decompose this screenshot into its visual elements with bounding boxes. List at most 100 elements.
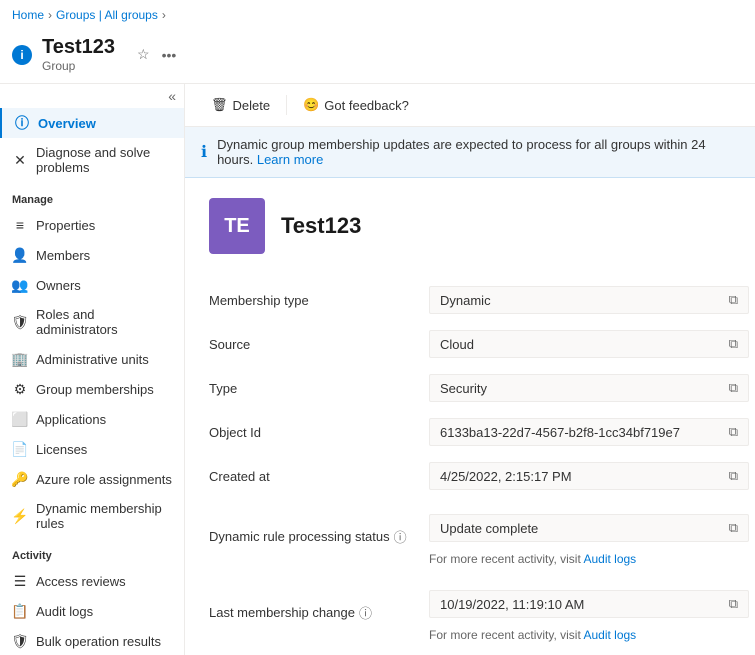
dynamic-rule-copy[interactable]: ⧉ bbox=[729, 520, 738, 536]
members-icon: 👤 bbox=[12, 247, 28, 263]
dynamic-rule-info-icon: ⓘ bbox=[394, 527, 407, 546]
licenses-icon: 📄 bbox=[12, 441, 28, 457]
group-detail: TE Test123 Membership type Dynamic ⧉ Sou… bbox=[185, 178, 755, 655]
source-box: Cloud ⧉ bbox=[429, 330, 749, 358]
sidebar-members-label: Members bbox=[36, 248, 90, 263]
dynamic-rule-value: Update complete ⧉ bbox=[429, 506, 749, 550]
delete-icon: 🗑 bbox=[211, 97, 228, 113]
breadcrumb-sep1: › bbox=[48, 8, 52, 22]
last-membership-copy[interactable]: ⧉ bbox=[729, 596, 738, 612]
sidebar-item-roles[interactable]: 🛡 Roles and administrators bbox=[0, 300, 184, 344]
sidebar-item-group-memberships[interactable]: ⚙ Group memberships bbox=[0, 374, 184, 404]
object-id-box: 6133ba13-22d7-4567-b2f8-1cc34bf719e7 ⧉ bbox=[429, 418, 749, 446]
bulk-ops-icon: 🛡 bbox=[12, 633, 28, 649]
sidebar: « ⓘ Overview ✕ Diagnose and solve proble… bbox=[0, 84, 185, 655]
audit-logs-icon: 📋 bbox=[12, 603, 28, 619]
sidebar-item-owners[interactable]: 👥 Owners bbox=[0, 270, 184, 300]
sidebar-licenses-label: Licenses bbox=[36, 442, 87, 457]
last-membership-value-wrapper: 10/19/2022, 11:19:10 AM ⧉ For more recen… bbox=[429, 574, 749, 650]
azure-role-icon: 🔑 bbox=[12, 471, 28, 487]
group-avatar: TE bbox=[209, 198, 265, 254]
sidebar-group-memberships-label: Group memberships bbox=[36, 382, 154, 397]
sidebar-audit-logs-label: Audit logs bbox=[36, 604, 93, 619]
sidebar-item-members[interactable]: 👤 Members bbox=[0, 240, 184, 270]
sidebar-item-audit-logs[interactable]: 📋 Audit logs bbox=[0, 596, 184, 626]
sidebar-roles-label: Roles and administrators bbox=[36, 307, 172, 337]
feedback-icon: 😊 bbox=[303, 97, 319, 113]
group-name: Test123 bbox=[281, 213, 361, 239]
sidebar-access-reviews-label: Access reviews bbox=[36, 574, 126, 589]
sidebar-properties-label: Properties bbox=[36, 218, 95, 233]
membership-type-copy[interactable]: ⧉ bbox=[729, 292, 738, 308]
feedback-button[interactable]: 😊 Got feedback? bbox=[293, 92, 419, 118]
dynamic-rule-audit-link[interactable]: Audit logs bbox=[583, 552, 636, 566]
sidebar-admin-units-label: Administrative units bbox=[36, 352, 149, 367]
object-id-value: 6133ba13-22d7-4567-b2f8-1cc34bf719e7 ⧉ bbox=[429, 410, 749, 454]
activity-section-label: Activity bbox=[0, 538, 184, 566]
admin-units-icon: 🏢 bbox=[12, 351, 28, 367]
group-header: TE Test123 bbox=[209, 198, 731, 254]
created-at-box: 4/25/2022, 2:15:17 PM ⧉ bbox=[429, 462, 749, 490]
manage-section-label: Manage bbox=[0, 182, 184, 210]
sidebar-item-overview[interactable]: ⓘ Overview bbox=[0, 108, 184, 138]
banner-message: Dynamic group membership updates are exp… bbox=[217, 137, 739, 167]
last-membership-label: Last membership change ⓘ bbox=[209, 574, 429, 650]
sidebar-owners-label: Owners bbox=[36, 278, 81, 293]
main-layout: « ⓘ Overview ✕ Diagnose and solve proble… bbox=[0, 84, 755, 655]
breadcrumb-groups[interactable]: Groups | All groups bbox=[56, 8, 158, 22]
more-button[interactable]: ••• bbox=[158, 44, 181, 65]
sidebar-collapse: « bbox=[0, 84, 184, 108]
created-at-value: 4/25/2022, 2:15:17 PM ⧉ bbox=[429, 454, 749, 498]
overview-icon: ⓘ bbox=[14, 115, 30, 131]
sidebar-diagnose-label: Diagnose and solve problems bbox=[36, 145, 172, 175]
delete-label: Delete bbox=[233, 98, 271, 113]
main-content: 🗑 Delete 😊 Got feedback? ℹ Dynamic group… bbox=[185, 84, 755, 655]
page-subtitle: Group bbox=[42, 59, 115, 73]
sidebar-item-admin-units[interactable]: 🏢 Administrative units bbox=[0, 344, 184, 374]
membership-type-box: Dynamic ⧉ bbox=[429, 286, 749, 314]
dynamic-rule-label: Dynamic rule processing status ⓘ bbox=[209, 498, 429, 574]
dynamic-rules-icon: ⚡ bbox=[12, 508, 28, 524]
feedback-label: Got feedback? bbox=[324, 98, 409, 113]
pin-button[interactable]: ☆ bbox=[133, 44, 154, 65]
owners-icon: 👥 bbox=[12, 277, 28, 293]
dynamic-rule-box: Update complete ⧉ bbox=[429, 514, 749, 542]
membership-type-value: Dynamic ⧉ bbox=[429, 278, 749, 322]
last-membership-subtext: For more recent activity, visit Audit lo… bbox=[429, 628, 749, 642]
type-box: Security ⧉ bbox=[429, 374, 749, 402]
breadcrumb-home[interactable]: Home bbox=[12, 8, 44, 22]
header-info-icon: i bbox=[12, 45, 32, 65]
sidebar-item-access-reviews[interactable]: ☰ Access reviews bbox=[0, 566, 184, 596]
page-title: Test123 bbox=[42, 36, 115, 59]
sidebar-overview-label: Overview bbox=[38, 116, 96, 131]
sidebar-item-dynamic-rules[interactable]: ⚡ Dynamic membership rules bbox=[0, 494, 184, 538]
delete-button[interactable]: 🗑 Delete bbox=[201, 92, 280, 118]
sidebar-item-azure-role[interactable]: 🔑 Azure role assignments bbox=[0, 464, 184, 494]
created-at-label: Created at bbox=[209, 454, 429, 498]
type-copy[interactable]: ⧉ bbox=[729, 380, 738, 396]
sidebar-item-properties[interactable]: ≡ Properties bbox=[0, 210, 184, 240]
banner-learn-more-link[interactable]: Learn more bbox=[257, 152, 323, 167]
roles-icon: 🛡 bbox=[12, 314, 28, 330]
created-at-copy[interactable]: ⧉ bbox=[729, 468, 738, 484]
dynamic-rule-value-wrapper: Update complete ⧉ For more recent activi… bbox=[429, 498, 749, 574]
sidebar-azure-role-label: Azure role assignments bbox=[36, 472, 172, 487]
properties-grid: Membership type Dynamic ⧉ Source Cloud ⧉ bbox=[209, 278, 731, 655]
sidebar-dynamic-rules-label: Dynamic membership rules bbox=[36, 501, 172, 531]
object-id-copy[interactable]: ⧉ bbox=[729, 424, 738, 440]
sidebar-item-diagnose[interactable]: ✕ Diagnose and solve problems bbox=[0, 138, 184, 182]
source-copy[interactable]: ⧉ bbox=[729, 336, 738, 352]
source-value: Cloud ⧉ bbox=[429, 322, 749, 366]
last-membership-info-icon: ⓘ bbox=[359, 603, 372, 622]
membership-type-label: Membership type bbox=[209, 278, 429, 322]
sidebar-bulk-ops-label: Bulk operation results bbox=[36, 634, 161, 649]
sidebar-item-licenses[interactable]: 📄 Licenses bbox=[0, 434, 184, 464]
last-membership-audit-link[interactable]: Audit logs bbox=[583, 628, 636, 642]
collapse-button[interactable]: « bbox=[168, 88, 176, 104]
last-membership-value: 10/19/2022, 11:19:10 AM ⧉ bbox=[429, 582, 749, 626]
object-id-label: Object Id bbox=[209, 410, 429, 454]
properties-icon: ≡ bbox=[12, 217, 28, 233]
group-memberships-icon: ⚙ bbox=[12, 381, 28, 397]
applications-icon: ⬜ bbox=[12, 411, 28, 427]
sidebar-item-applications[interactable]: ⬜ Applications bbox=[0, 404, 184, 434]
